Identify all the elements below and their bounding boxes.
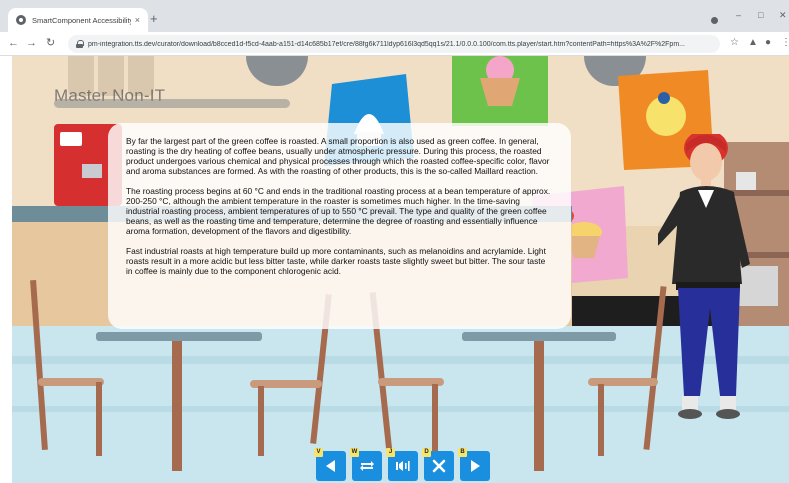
shortcut-key-badge: J [386, 448, 395, 457]
content-paragraph: The roasting process begins at 60 °C and… [126, 186, 551, 236]
arrow-left-icon [326, 460, 335, 472]
audio-icon [396, 461, 410, 471]
audio-button[interactable]: J [386, 448, 418, 481]
tab-title: SmartComponent Accessibility [32, 15, 131, 25]
previous-button[interactable]: V [314, 448, 346, 481]
shortcut-key-badge: W [350, 448, 359, 457]
title-underline [54, 99, 290, 108]
new-tab-button[interactable]: + [150, 12, 158, 26]
url-text: pm-integration.tts.dev/curator/download/… [88, 40, 685, 48]
minimize-icon[interactable]: – [736, 10, 741, 20]
content-text-panel: By far the largest part of the green cof… [108, 123, 571, 329]
close-button[interactable]: D [422, 448, 454, 481]
content-paragraph: By far the largest part of the green cof… [126, 136, 550, 176]
window-close-icon[interactable]: ✕ [779, 10, 787, 21]
browser-tab[interactable]: SmartComponent Accessibility × [8, 8, 148, 32]
record-indicator-icon [711, 17, 718, 24]
next-button[interactable]: B [458, 448, 490, 481]
browser-tab-bar: SmartComponent Accessibility × + – □ ✕ [0, 0, 789, 32]
forward-icon[interactable]: → [26, 36, 37, 50]
arrow-right-icon [471, 460, 480, 472]
presenter-character [658, 134, 750, 419]
shortcut-key-badge: D [422, 448, 431, 457]
tab-close-button[interactable]: × [135, 15, 140, 25]
browser-toolbar: ← → ↻ pm-integration.tts.dev/curator/dow… [0, 32, 789, 56]
replay-button[interactable]: W [350, 448, 382, 481]
reload-icon[interactable]: ↻ [46, 36, 55, 50]
bookmark-star-icon[interactable]: ☆ [730, 37, 739, 49]
extensions-icon[interactable]: ▲ [748, 37, 758, 49]
menu-icon[interactable]: ⋮ [781, 37, 789, 49]
shortcut-key-badge: B [458, 448, 467, 457]
lock-icon [76, 40, 84, 48]
course-player: Master Non-IT By far the largest part of… [12, 56, 789, 483]
replay-icon [360, 461, 374, 471]
profile-icon[interactable]: ● [765, 37, 771, 49]
close-icon [432, 459, 446, 473]
back-icon[interactable]: ← [8, 36, 19, 50]
shortcut-key-badge: V [314, 448, 323, 457]
maximize-icon[interactable]: □ [758, 10, 763, 20]
favicon-icon [16, 15, 26, 25]
content-paragraph: Fast industrial roasts at high temperatu… [126, 246, 546, 276]
address-bar[interactable]: pm-integration.tts.dev/curator/download/… [68, 35, 720, 53]
cupcake-poster-green [452, 56, 548, 126]
player-controls: V W J D B [314, 448, 490, 483]
